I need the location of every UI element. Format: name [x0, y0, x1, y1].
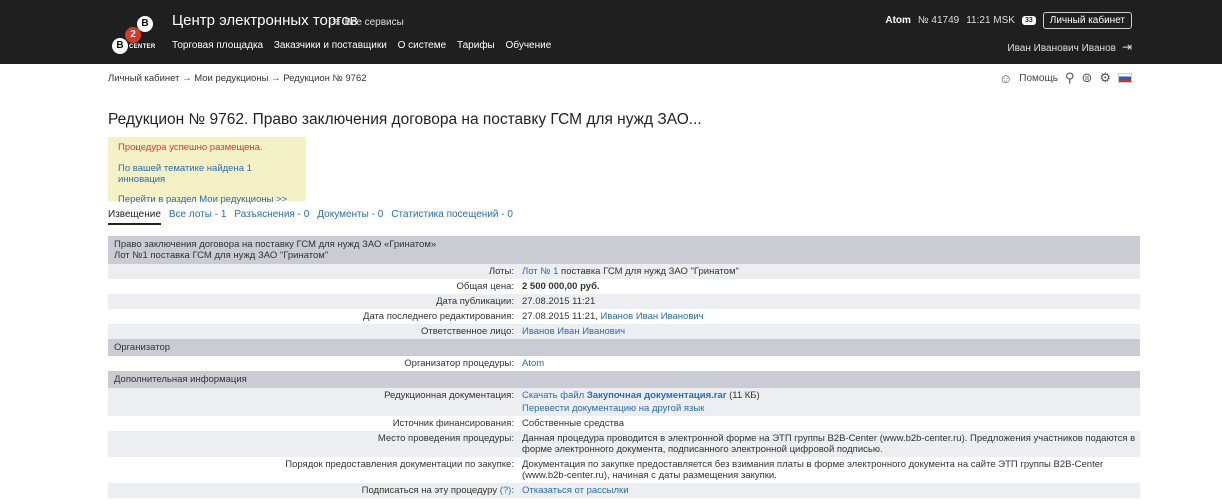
- tabs: Извещение Все лоты - 1 Разъяснения - 0 Д…: [108, 209, 513, 225]
- row-value: Документация по закупке предоставляется …: [522, 459, 1104, 481]
- row-value: Atom: [518, 356, 1140, 371]
- table-row: Общая цена: 2 500 000,00 руб.: [108, 279, 1140, 294]
- organizer-link[interactable]: Atom: [522, 358, 544, 369]
- row-value: Отказаться от рассылки: [518, 483, 1140, 498]
- success-message: Процедура успешно размещена.: [118, 142, 263, 153]
- row-key: Дата публикации:: [436, 296, 514, 307]
- row-value: Данная процедура проводится в электронно…: [522, 433, 1136, 455]
- messages-icon[interactable]: 33: [1021, 16, 1036, 25]
- user-bar: Atom № 41749 11:21 MSK 33 Личный кабинет: [885, 12, 1132, 29]
- org-name[interactable]: Atom: [885, 15, 911, 26]
- heading-line-2: Лот №1 поставка ГСМ для нужд ЗАО "Гринат…: [114, 250, 329, 261]
- table-row: Место проведения процедуры: Данная проце…: [108, 431, 1140, 457]
- tab-visit-stats[interactable]: Статистика посещений - 0: [391, 209, 513, 225]
- lot-desc: поставка ГСМ для нужд ЗАО "Гринатом": [558, 266, 739, 277]
- row-value: 27.08.2015 11:21: [522, 296, 596, 307]
- table-row: Дата последнего редактирования: 27.08.20…: [108, 309, 1140, 324]
- file-name: Закупочная документация.rar: [586, 390, 727, 401]
- file-size: (11 КБ): [726, 390, 760, 401]
- tools-bar: ☺ Помощь ⚲ ⊜ ⚙: [999, 70, 1132, 86]
- my-reductions-link[interactable]: Перейти в раздел Мои редукционы >>: [118, 194, 296, 205]
- breadcrumb[interactable]: Личный кабинет → Мои редукционы → Редукц…: [108, 73, 367, 84]
- breadcrumb-row: Личный кабинет → Мои редукционы → Редукц…: [0, 64, 1222, 94]
- nav-customers[interactable]: Заказчики и поставщики: [274, 40, 387, 51]
- clock: 11:21 MSK: [966, 15, 1015, 26]
- table-row: Лоты: Лот № 1 поставка ГСМ для нужд ЗАО …: [108, 264, 1140, 279]
- editor-link[interactable]: Иванов Иван Иванович: [601, 311, 704, 322]
- page-title: Редукцион № 9762. Право заключения догов…: [108, 111, 702, 128]
- unsubscribe-link[interactable]: Отказаться от рассылки: [522, 485, 629, 496]
- all-services-label: Все сервисы: [344, 17, 404, 28]
- total-price: 2 500 000,00 руб.: [522, 281, 600, 292]
- tab-all-lots[interactable]: Все лоты - 1: [169, 209, 227, 225]
- row-value: Скачать файл Закупочная документация.rar…: [518, 388, 1140, 416]
- user-menu[interactable]: Иван Иванович Иванов ⇥: [1007, 40, 1132, 54]
- search-icon[interactable]: ⚲: [1065, 70, 1075, 86]
- top-nav: Торговая площадка Заказчики и поставщики…: [172, 40, 559, 51]
- help-icon[interactable]: ☺: [999, 71, 1012, 86]
- row-key: Редукционная документация:: [384, 390, 514, 401]
- user-name: Иван Иванович Иванов: [1007, 43, 1116, 54]
- table-heading: Право заключения договора на поставку ГС…: [108, 236, 1140, 264]
- success-notice: Процедура успешно размещена. По вашей те…: [108, 137, 306, 205]
- row-key: Ответственное лицо:: [420, 326, 514, 337]
- cabinet-button[interactable]: Личный кабинет: [1042, 12, 1132, 29]
- download-file-link[interactable]: Скачать файл: [522, 390, 587, 401]
- logo-number-badge: 2: [125, 27, 141, 43]
- subscribe-label: Подписаться на эту процедуру: [361, 485, 498, 496]
- logout-icon[interactable]: ⇥: [1122, 40, 1132, 54]
- table-row: Порядок предоставления документации по з…: [108, 457, 1140, 483]
- language-flag-icon[interactable]: [1118, 73, 1132, 83]
- help-link[interactable]: Помощь: [1019, 73, 1058, 84]
- row-key: Общая цена:: [456, 281, 514, 292]
- tab-documents[interactable]: Документы - 0: [317, 209, 383, 225]
- table-row: Дата публикации: 27.08.2015 11:21: [108, 294, 1140, 309]
- edit-date: 27.08.2015 11:21,: [522, 311, 601, 322]
- site-title[interactable]: Центр электронных торгов: [172, 12, 358, 29]
- row-value: 27.08.2015 11:21, Иванов Иван Иванович: [518, 309, 1140, 324]
- nav-trading[interactable]: Торговая площадка: [172, 40, 263, 51]
- row-value: Собственные средства: [522, 418, 625, 429]
- subscribe-help-link[interactable]: (?): [500, 485, 512, 496]
- accessibility-icon[interactable]: ⊜: [1081, 70, 1092, 86]
- tab-clarifications[interactable]: Разъяснения - 0: [234, 209, 309, 225]
- row-key: Организатор процедуры:: [404, 358, 514, 369]
- translate-doc-link[interactable]: Перевести документацию на другой язык: [522, 403, 704, 414]
- all-services-link[interactable]: ⁝⁝⁝ Все сервисы: [332, 17, 404, 28]
- table-row: Организатор процедуры: Atom: [108, 356, 1140, 371]
- table-row: Ответственное лицо: Иванов Иван Иванович: [108, 324, 1140, 339]
- file-name-link[interactable]: Закупочная документация.rar: [587, 390, 727, 401]
- heading-line-1: Право заключения договора на поставку ГС…: [114, 239, 437, 250]
- row-value: Иванов Иван Иванович: [518, 324, 1140, 339]
- row-value: Лот № 1 поставка ГСМ для нужд ЗАО "Грина…: [518, 264, 1140, 279]
- table-row: Подписаться на эту процедуру (?): Отказа…: [108, 483, 1140, 498]
- innovation-link[interactable]: По вашей тематике найдена 1 инновация: [118, 163, 296, 185]
- grid-icon: ⁝⁝⁝: [332, 17, 341, 27]
- nav-tariffs[interactable]: Тарифы: [457, 40, 495, 51]
- row-key: Место проведения процедуры:: [377, 433, 514, 444]
- logo-b-bottom: B: [112, 38, 128, 54]
- responsible-link[interactable]: Иванов Иван Иванович: [522, 326, 625, 337]
- row-key: Источник финансирования:: [392, 418, 514, 429]
- table-row: Источник финансирования: Собственные сре…: [108, 416, 1140, 431]
- row-key: Порядок предоставления документации по з…: [285, 459, 514, 470]
- procedure-info-table: Право заключения договора на поставку ГС…: [108, 236, 1140, 498]
- row-key: Подписаться на эту процедуру (?):: [361, 485, 514, 496]
- org-number: № 41749: [917, 15, 960, 26]
- gear-icon[interactable]: ⚙: [1099, 70, 1111, 86]
- nav-training[interactable]: Обучение: [506, 40, 552, 51]
- table-row: Редукционная документация: Скачать файл …: [108, 388, 1140, 416]
- section-organizer: Организатор: [108, 339, 1140, 356]
- top-header: B 2 B CENTER Центр электронных торгов ⁝⁝…: [0, 0, 1222, 64]
- logo-center-text: CENTER: [129, 44, 156, 50]
- nav-about[interactable]: О системе: [398, 40, 447, 51]
- b2b-center-logo[interactable]: B 2 B CENTER: [110, 14, 160, 54]
- row-value: 2 500 000,00 руб.: [518, 279, 1140, 294]
- section-additional-info: Дополнительная информация: [108, 371, 1140, 388]
- lot-link[interactable]: Лот № 1: [522, 266, 558, 277]
- row-key: Дата последнего редактирования:: [363, 311, 514, 322]
- tab-notice[interactable]: Извещение: [108, 209, 161, 225]
- row-key: Лоты:: [488, 266, 514, 277]
